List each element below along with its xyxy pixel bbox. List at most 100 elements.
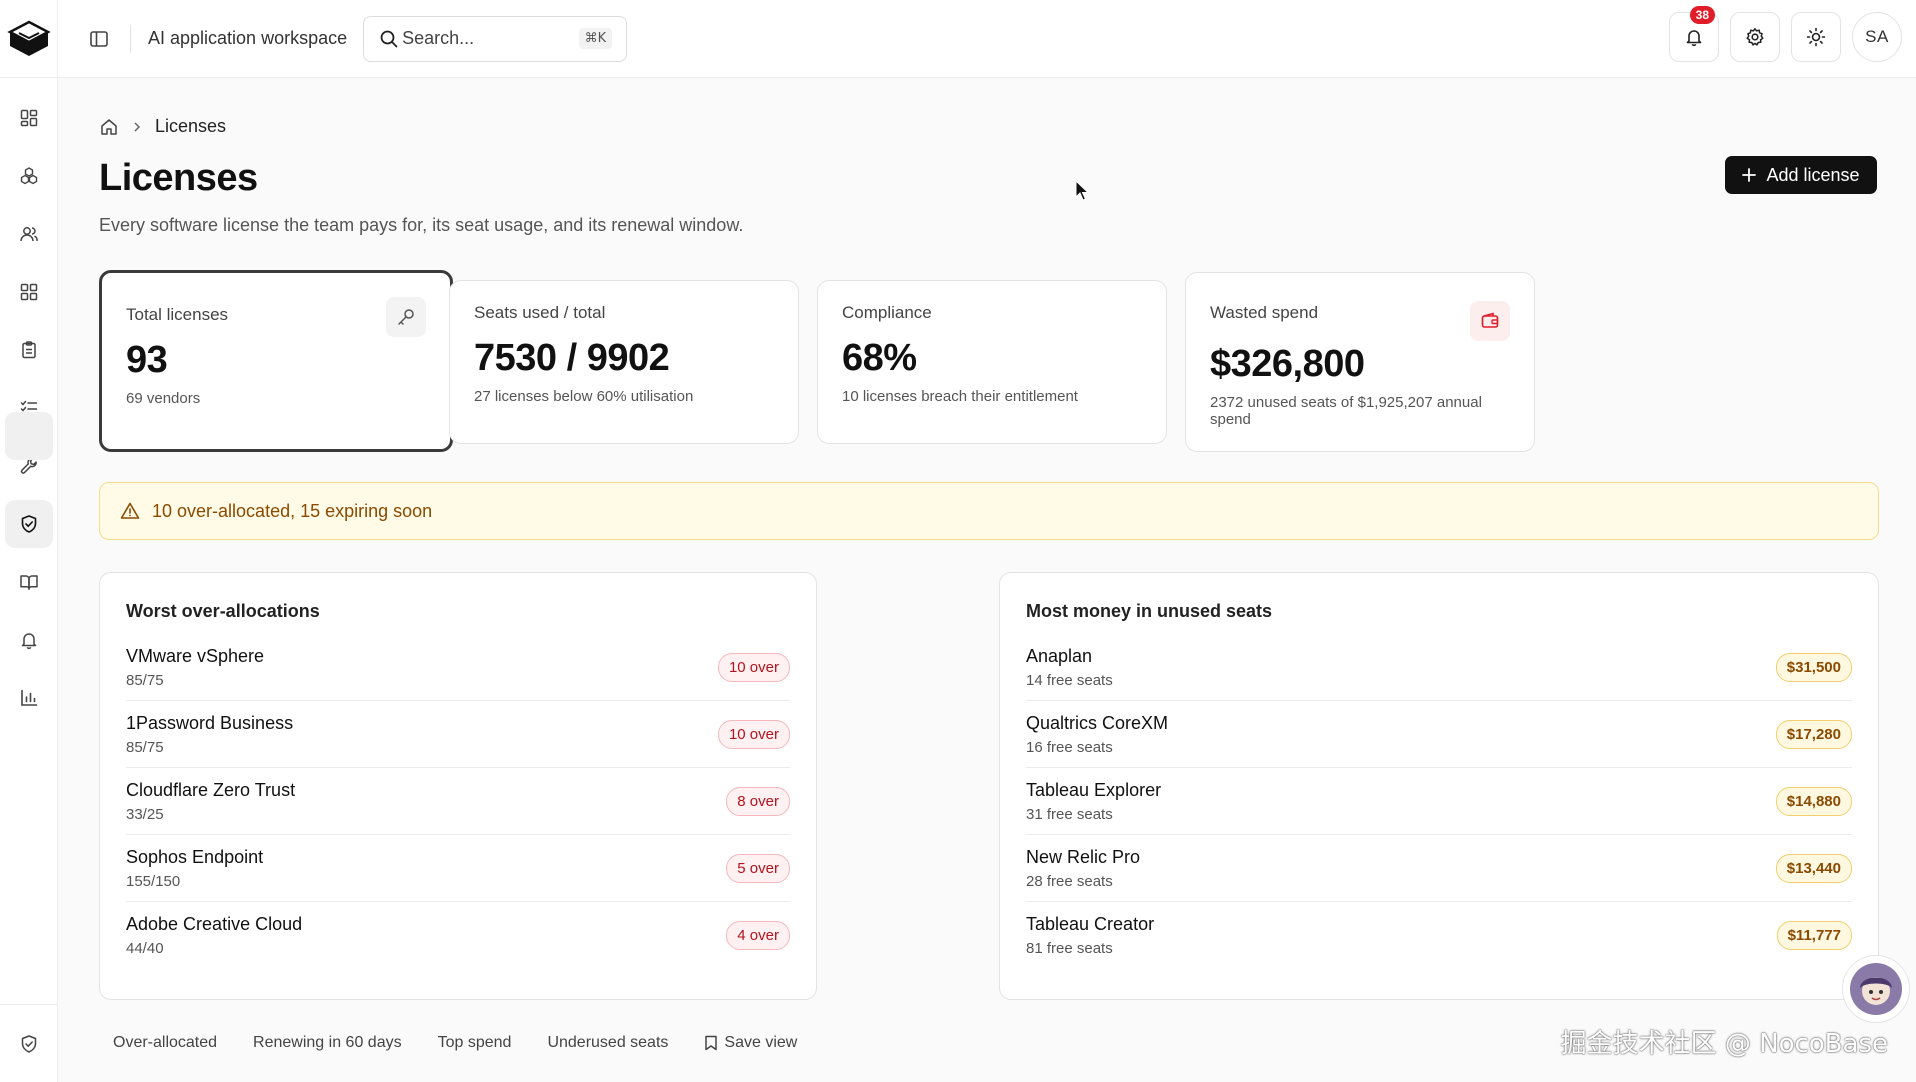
assistant-chat-button[interactable] [1842, 955, 1910, 1023]
license-usage: 155/150 [126, 872, 181, 890]
tab-underused-seats[interactable]: Underused seats [547, 1034, 668, 1052]
bookmark-icon [705, 1035, 718, 1051]
panel-title: Most money in unused seats [1026, 601, 1273, 621]
list-item[interactable]: Qualtrics CoreXM 16 free seats $17,280 [1026, 701, 1852, 768]
license-name: Tableau Explorer [1026, 779, 1162, 800]
home-icon[interactable] [99, 117, 119, 137]
over-allocations-panel: Worst over-allocations VMware vSphere 85… [99, 572, 817, 1000]
tab-renewing[interactable]: Renewing in 60 days [253, 1034, 402, 1052]
panel-title: Worst over-allocations [126, 601, 320, 621]
stat-value: 93 [126, 339, 168, 381]
list-item[interactable]: VMware vSphere 85/75 10 over [126, 634, 790, 701]
sidebar-toggle-button[interactable] [86, 26, 112, 52]
sidebar-item-docs[interactable] [5, 558, 53, 606]
sidebar-item-dashboard[interactable] [5, 94, 53, 142]
dashboard-icon [20, 109, 38, 127]
sidebar-item-reports[interactable] [5, 674, 53, 722]
gear-icon [1746, 28, 1764, 46]
free-seats: 31 free seats [1026, 805, 1113, 823]
stat-label: Seats used / total [474, 303, 606, 322]
license-name: Qualtrics CoreXM [1026, 712, 1169, 733]
shield-check-icon [21, 515, 37, 533]
stat-card-total-licenses[interactable]: Total licenses 93 69 vendors [99, 270, 453, 452]
theme-toggle-button[interactable] [1791, 12, 1841, 62]
list-item[interactable]: New Relic Pro 28 free seats $13,440 [1026, 835, 1852, 902]
amount-badge: $17,280 [1775, 719, 1852, 749]
page-title: Licenses [99, 157, 258, 199]
over-badge: 10 over [717, 719, 790, 749]
license-name: Tableau Creator [1026, 914, 1155, 934]
list-item[interactable]: 1Password Business 85/75 10 over [126, 701, 790, 768]
workspace-title[interactable]: AI application workspace [148, 28, 347, 49]
stat-label: Total licenses [126, 305, 229, 324]
tab-over-allocated[interactable]: Over-allocated [113, 1034, 217, 1052]
list-item[interactable]: Sophos Endpoint 155/150 5 over [126, 835, 790, 902]
unused-seats-panel: Most money in unused seats Anaplan 14 fr… [999, 572, 1879, 1000]
sidebar-item-admin[interactable] [5, 1020, 53, 1068]
book-open-icon [20, 575, 38, 590]
stat-card-compliance[interactable]: Compliance 68% 10 licenses breach their … [817, 280, 1167, 444]
license-name: Adobe Creative Cloud [126, 914, 303, 934]
sidebar-item-apps[interactable] [5, 268, 53, 316]
settings-button[interactable] [1730, 12, 1780, 62]
page-description: Every software license the team pays for… [99, 215, 744, 235]
unused [5, 412, 53, 460]
saved-view-tabs: Over-allocated Renewing in 60 days Top s… [113, 1034, 797, 1052]
top-bar: AI application workspace Search... ⌘K 38 [0, 0, 1916, 78]
sidebar-divider [0, 1004, 58, 1005]
stat-subtext: 2372 unused seats of $1,925,207 annual s… [1210, 394, 1482, 428]
list-item[interactable]: Anaplan 14 free seats $31,500 [1026, 634, 1852, 701]
shield-check-icon [21, 1035, 37, 1053]
search-input[interactable]: Search... ⌘K [363, 15, 628, 62]
stat-card-wasted-spend[interactable]: Wasted spend $326,800 2372 unused seats … [1185, 272, 1535, 452]
alert-triangle-icon [120, 502, 140, 519]
warning-text: 10 over-allocated, 15 expiring soon [152, 500, 433, 521]
sidebar-item-clipboard[interactable] [5, 326, 53, 374]
amount-badge: $11,777 [1776, 921, 1852, 950]
panel-left-icon [90, 30, 108, 47]
stat-label: Compliance [842, 303, 932, 322]
notifications-button[interactable]: 38 [1669, 6, 1719, 62]
app-logo[interactable] [0, 0, 58, 78]
list-item[interactable]: Adobe Creative Cloud 44/40 4 over [126, 902, 790, 969]
license-name: New Relic Pro [1026, 846, 1141, 867]
top-actions: 38 SA [1669, 6, 1902, 62]
sidebar-item-alerts[interactable] [5, 616, 53, 664]
users-icon [20, 227, 38, 242]
notification-count-badge: 38 [1689, 6, 1715, 24]
breadcrumb-current: Licenses [155, 116, 227, 136]
main-content: Licenses Licenses Every software license… [59, 79, 1916, 1082]
watermark: 掘金技术社区 @ NocoBase [1560, 1029, 1888, 1059]
sidebar-item-licenses[interactable] [5, 500, 53, 548]
sun-icon [1806, 27, 1826, 47]
free-seats: 14 free seats [1026, 671, 1113, 689]
cube-logo-icon [6, 20, 51, 56]
over-badge: 10 over [717, 652, 790, 682]
stat-subtext: 10 licenses breach their entitlement [842, 388, 1078, 405]
list-item[interactable]: Tableau Explorer 31 free seats $14,880 [1026, 768, 1852, 835]
license-usage: 85/75 [126, 671, 164, 689]
add-license-button[interactable]: Add license [1725, 156, 1877, 194]
over-badge: 4 over [726, 921, 790, 950]
stat-subtext: 69 vendors [126, 390, 201, 407]
amount-badge: $14,880 [1775, 786, 1852, 816]
assistant-avatar-icon [1850, 963, 1902, 1015]
list-item[interactable]: Cloudflare Zero Trust 33/25 8 over [126, 768, 790, 835]
free-seats: 81 free seats [1026, 940, 1113, 957]
save-view-button[interactable]: Save view [704, 1034, 797, 1052]
search-placeholder: Search... [402, 28, 475, 48]
tab-top-spend[interactable]: Top spend [438, 1034, 512, 1052]
license-usage: 85/75 [126, 738, 164, 756]
chevron-right-icon [134, 121, 141, 132]
warning-banner: 10 over-allocated, 15 expiring soon [99, 482, 1879, 540]
stat-card-seats[interactable]: Seats used / total 7530 / 9902 27 licens… [449, 280, 799, 444]
sidebar-item-users[interactable] [5, 210, 53, 258]
sidebar-item-components[interactable] [5, 152, 53, 200]
user-avatar[interactable]: SA [1852, 12, 1902, 62]
license-usage: 44/40 [126, 940, 164, 957]
license-name: Sophos Endpoint [126, 846, 264, 867]
amount-badge: $31,500 [1775, 652, 1852, 682]
mouse-cursor-icon [1075, 180, 1089, 201]
add-license-label: Add license [1766, 164, 1860, 185]
list-item[interactable]: Tableau Creator 81 free seats $11,777 [1026, 902, 1852, 969]
